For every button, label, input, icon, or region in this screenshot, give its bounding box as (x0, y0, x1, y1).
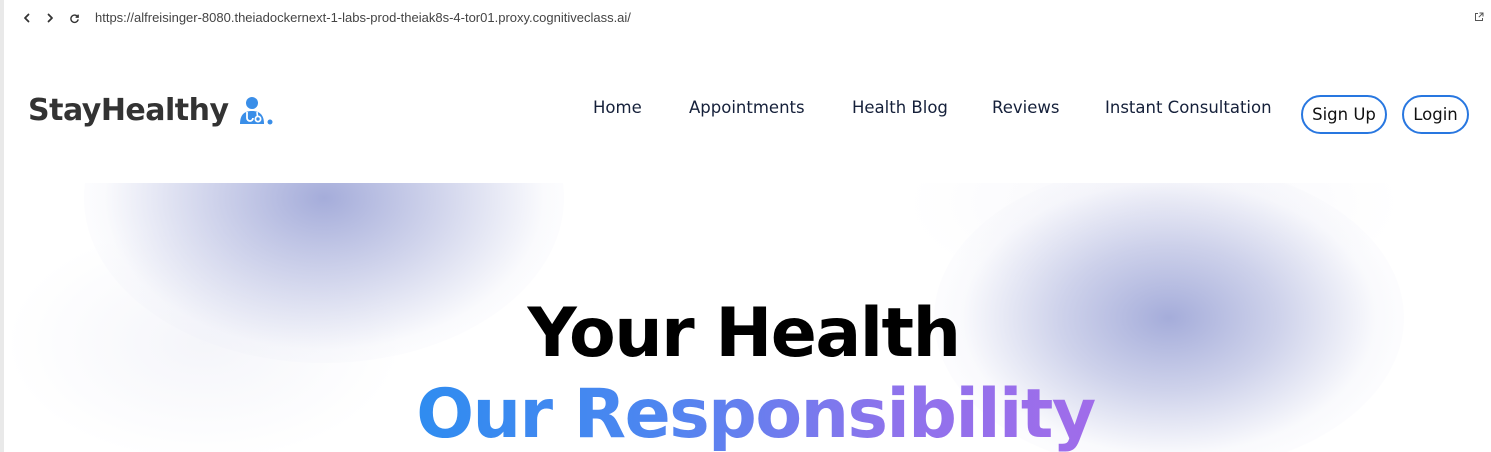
hero-section: Your Health Our Responsibility (4, 183, 1491, 452)
nav-appointments[interactable]: Appointments (689, 98, 805, 117)
nav-reviews[interactable]: Reviews (992, 98, 1059, 117)
back-button[interactable] (18, 9, 36, 27)
open-external-button[interactable] (1472, 10, 1486, 24)
hero-title-line1: Your Health (527, 294, 961, 373)
address-bar[interactable]: https://alfreisinger-8080.theiadockernex… (95, 10, 631, 25)
logo-link[interactable]: StayHealthy (28, 92, 273, 128)
nav-instant-consultation[interactable]: Instant Consultation (1105, 98, 1272, 117)
signup-button[interactable]: Sign Up (1301, 95, 1387, 134)
browser-toolbar: https://alfreisinger-8080.theiadockernex… (4, 0, 1491, 38)
chevron-right-icon (47, 13, 53, 23)
hero-title-line2: Our Responsibility (12, 381, 1491, 449)
login-button[interactable]: Login (1402, 95, 1469, 134)
reload-button[interactable] (65, 9, 83, 27)
reload-icon (69, 13, 79, 23)
nav-health-blog[interactable]: Health Blog (852, 98, 948, 117)
doctor-icon (239, 97, 273, 125)
site-header: StayHealthy Home Appointments Health Blo… (4, 38, 1491, 183)
external-link-icon (1475, 12, 1484, 21)
chevron-left-icon (24, 13, 30, 23)
nav-home[interactable]: Home (593, 98, 642, 117)
hero-title-gradient-text: Our Responsibility (416, 375, 1096, 452)
logo-text: StayHealthy (28, 92, 229, 128)
forward-button[interactable] (41, 9, 59, 27)
